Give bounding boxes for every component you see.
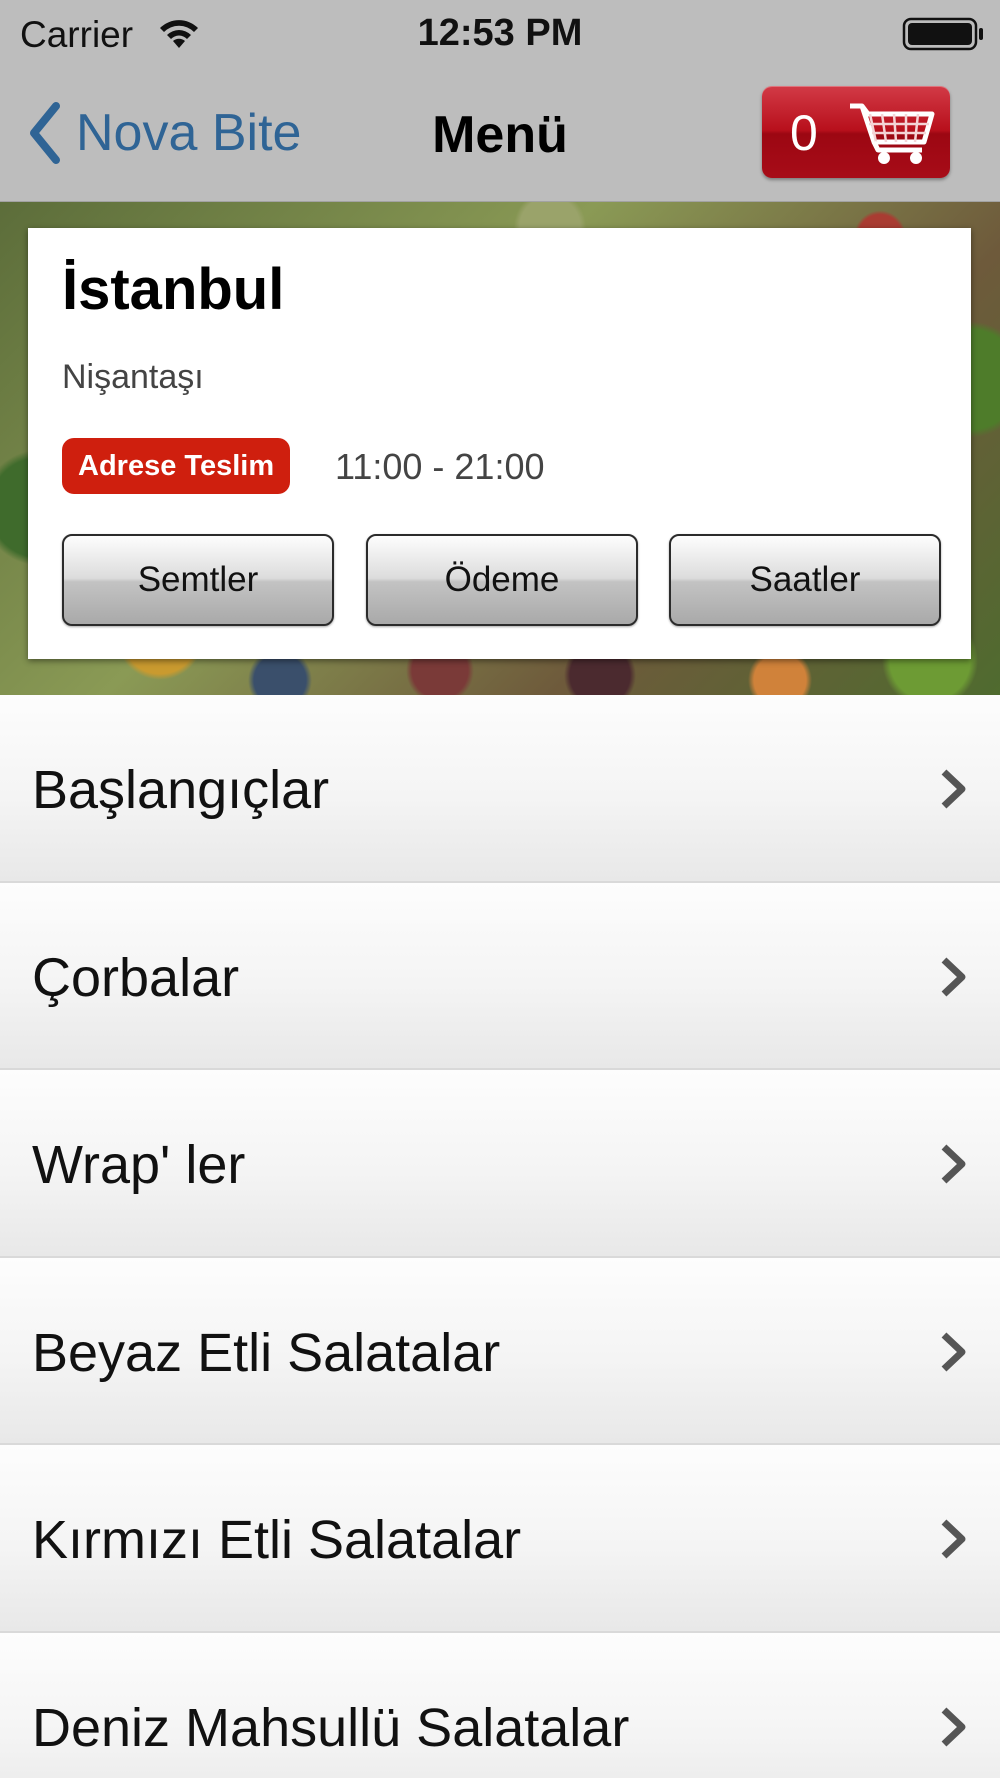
- menu-item-label: Deniz Mahsullü Salatalar: [32, 1697, 630, 1758]
- menu-item-label: Başlangıçlar: [32, 760, 330, 820]
- shopping-cart-icon: [850, 103, 935, 164]
- chevron-right-icon: [941, 769, 966, 809]
- menu-item-label: Kırmızı Etli Salatalar: [32, 1510, 522, 1570]
- opening-hours: 11:00 - 21:00: [335, 446, 545, 487]
- menu-item-kirmizi-etli-salatalar[interactable]: Kırmızı Etli Salatalar: [0, 1445, 1000, 1633]
- menu-item-label: Çorbalar: [32, 947, 240, 1008]
- menu-item-label: Wrap' ler: [32, 1135, 246, 1195]
- chevron-right-icon: [941, 956, 966, 997]
- chevron-right-icon: [941, 1331, 966, 1372]
- chevron-right-icon: [941, 1144, 966, 1184]
- chevron-right-icon: [941, 1519, 966, 1559]
- menu-item-beyaz-etli-salatalar[interactable]: Beyaz Etli Salatalar: [0, 1257, 1000, 1445]
- city-title: İstanbul: [62, 257, 285, 322]
- payment-button[interactable]: Ödeme: [366, 534, 638, 626]
- cart-button[interactable]: 0: [762, 86, 950, 178]
- status-time: 12:53 PM: [417, 12, 583, 54]
- hero-food-image: İstanbul Nişantaşı Adrese Teslim 11:00 -…: [0, 202, 1000, 695]
- menu-item-label: Beyaz Etli Salatalar: [32, 1322, 501, 1383]
- district-label: Nişantaşı: [62, 358, 204, 396]
- menu-item-baslangiclar[interactable]: Başlangıçlar: [0, 695, 1000, 883]
- menu-category-list: Başlangıçlar Çorbalar Wrap' ler Beyaz Et…: [0, 695, 1000, 1778]
- battery-icon: [902, 17, 983, 51]
- navigation-bar: Nova Bite Menü 0: [0, 66, 1000, 202]
- districts-button[interactable]: Semtler: [62, 534, 334, 626]
- hours-button[interactable]: Saatler: [669, 534, 941, 626]
- cart-count: 0: [790, 105, 818, 161]
- delivery-badge: Adrese Teslim: [62, 438, 291, 494]
- chevron-right-icon: [941, 1706, 966, 1747]
- menu-item-corbalar[interactable]: Çorbalar: [0, 882, 1000, 1070]
- restaurant-info-card: İstanbul Nişantaşı Adrese Teslim 11:00 -…: [28, 228, 971, 659]
- menu-item-wrapler[interactable]: Wrap' ler: [0, 1070, 1000, 1258]
- status-bar: Carrier 12:53 PM: [0, 0, 1000, 66]
- menu-item-deniz-mahsullu-salatalar[interactable]: Deniz Mahsullü Salatalar: [0, 1632, 1000, 1778]
